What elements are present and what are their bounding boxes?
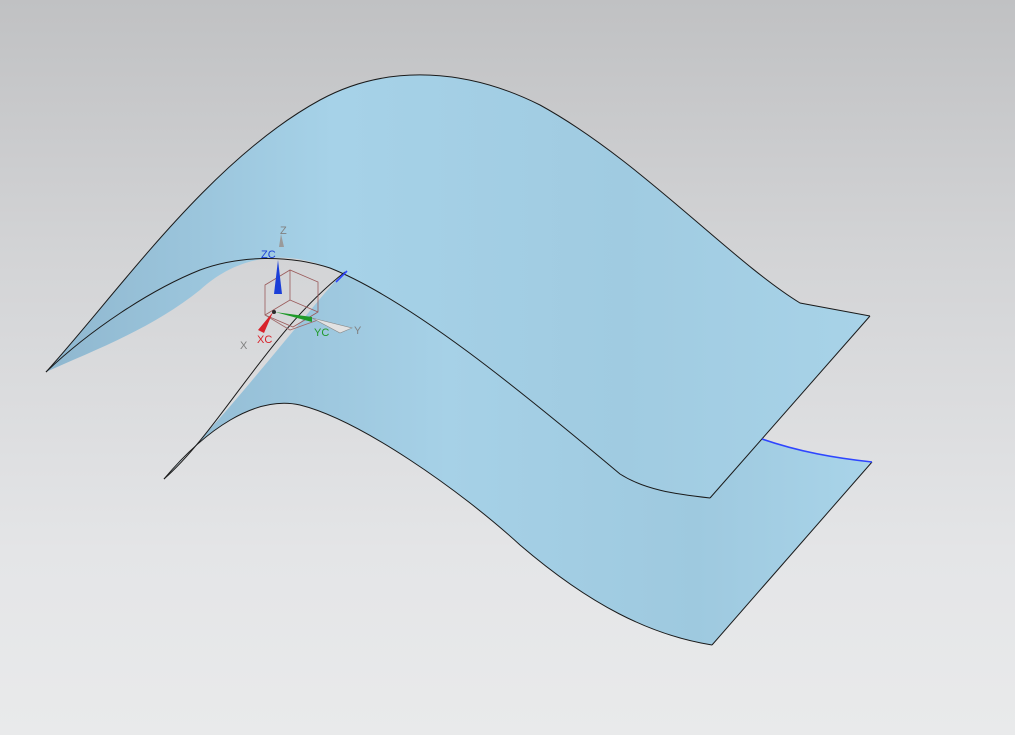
y-label: Y [354, 325, 362, 337]
z-label: Z [280, 225, 287, 237]
wcs-origin[interactable] [272, 310, 276, 314]
zc-label: ZC [261, 249, 276, 261]
yc-label: YC [314, 327, 329, 339]
x-label: X [240, 340, 248, 352]
zc-axis-arrow [274, 260, 282, 294]
xc-label: XC [257, 334, 272, 346]
yc-axis-arrow [275, 312, 312, 322]
model-scene[interactable]: ZC Z YC Y XC X [0, 0, 1015, 735]
graphics-viewport[interactable]: ZC Z YC Y XC X [0, 0, 1015, 735]
